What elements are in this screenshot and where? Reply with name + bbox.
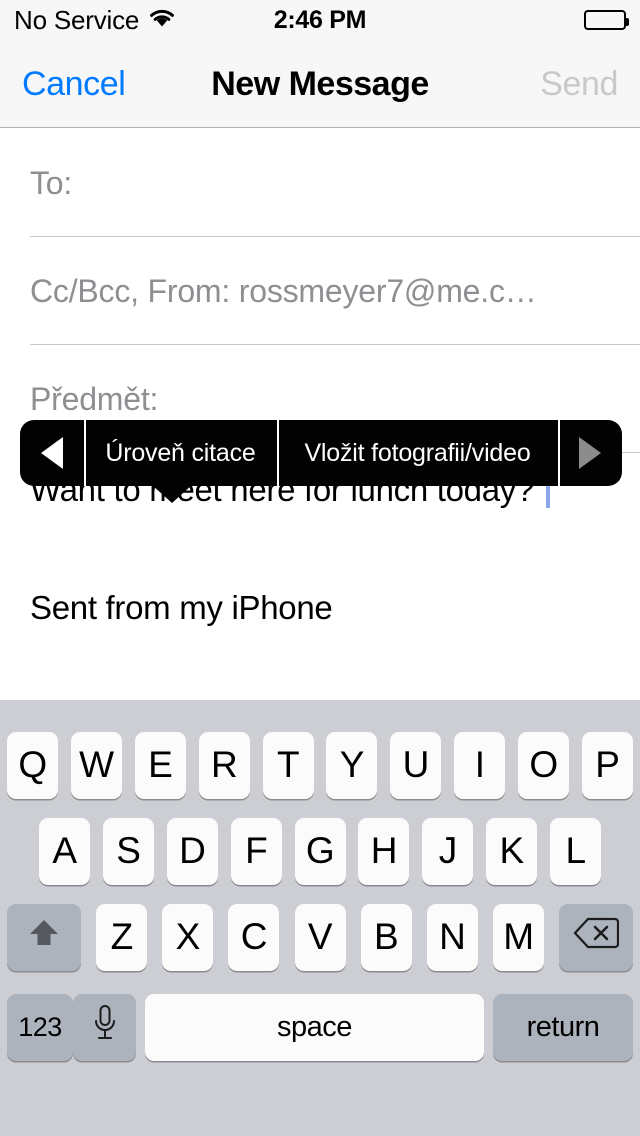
key-d[interactable]: D (166, 817, 218, 885)
key-j[interactable]: J (422, 817, 474, 885)
key-r[interactable]: R (198, 731, 250, 799)
navigation-bar: Cancel New Message Send (0, 40, 640, 128)
send-button[interactable]: Send (540, 40, 618, 128)
key-e[interactable]: E (134, 731, 186, 799)
callout-insert-photo-video-button[interactable]: Vložit fotografii/video (277, 420, 558, 486)
keyboard-row-3: Z X C V B N M (0, 894, 640, 980)
key-y[interactable]: Y (326, 731, 378, 799)
callout-previous-button[interactable] (20, 420, 84, 486)
iphone-mail-compose-screen: No Service 2:46 PM Cancel New Message Se… (0, 0, 640, 1136)
key-t[interactable]: T (262, 731, 314, 799)
status-bar-right (584, 0, 629, 40)
to-field-row[interactable]: To: (0, 129, 640, 237)
triangle-right-icon (579, 437, 601, 469)
to-field-label: To: (30, 164, 73, 201)
key-c[interactable]: C (228, 903, 280, 971)
key-p[interactable]: P (581, 731, 633, 799)
key-m[interactable]: M (492, 903, 544, 971)
key-s[interactable]: S (102, 817, 154, 885)
triangle-left-icon (41, 437, 63, 469)
key-g[interactable]: G (294, 817, 346, 885)
keyboard-row-4: 123 space return (0, 980, 640, 1074)
key-a[interactable]: A (39, 817, 90, 885)
backspace-delete-icon (573, 916, 620, 959)
key-n[interactable]: N (426, 903, 478, 971)
cc-bcc-from-label: Cc/Bcc, From: rossmeyer7@me.c… (30, 272, 537, 309)
dictation-key[interactable] (73, 993, 136, 1061)
key-q[interactable]: Q (7, 731, 58, 799)
key-x[interactable]: X (162, 903, 214, 971)
key-v[interactable]: V (294, 903, 346, 971)
key-h[interactable]: H (358, 817, 410, 885)
shift-key[interactable] (7, 903, 81, 971)
onscreen-keyboard: Q W E R T Y U I O P A S D F G H J K L Z … (0, 700, 640, 1136)
key-f[interactable]: F (230, 817, 282, 885)
key-u[interactable]: U (390, 731, 442, 799)
callout-next-button[interactable] (558, 420, 622, 486)
numbers-key[interactable]: 123 (7, 993, 73, 1061)
clock-time: 2:46 PM (273, 5, 367, 34)
key-z[interactable]: Z (96, 903, 148, 971)
subject-field-label: Předmět: (30, 380, 159, 417)
callout-quote-level-button[interactable]: Úroveň citace (84, 420, 277, 486)
key-o[interactable]: O (518, 731, 569, 799)
status-bar: No Service 2:46 PM (0, 0, 640, 40)
key-w[interactable]: W (70, 731, 122, 799)
keyboard-row-2: A S D F G H J K L (0, 808, 640, 894)
key-b[interactable]: B (360, 903, 412, 971)
key-k[interactable]: K (486, 817, 538, 885)
space-key[interactable]: space (145, 993, 484, 1061)
compose-form: To: Cc/Bcc, From: rossmeyer7@me.c… Předm… (0, 129, 640, 700)
keyboard-row-1: Q W E R T Y U I O P (0, 722, 640, 808)
callout-pointer-arrow (152, 485, 192, 503)
backspace-key[interactable] (559, 903, 633, 971)
key-l[interactable]: L (550, 817, 601, 885)
microphone-icon (91, 1003, 119, 1052)
return-key[interactable]: return (493, 993, 633, 1061)
battery-full-icon (584, 10, 629, 30)
key-i[interactable]: I (454, 731, 506, 799)
edit-menu-callout: Úroveň citace Vložit fotografii/video (20, 420, 622, 486)
email-signature: Sent from my iPhone (30, 588, 333, 626)
cc-bcc-from-field-row[interactable]: Cc/Bcc, From: rossmeyer7@me.c… (0, 237, 640, 345)
shift-up-arrow-icon (25, 914, 63, 961)
